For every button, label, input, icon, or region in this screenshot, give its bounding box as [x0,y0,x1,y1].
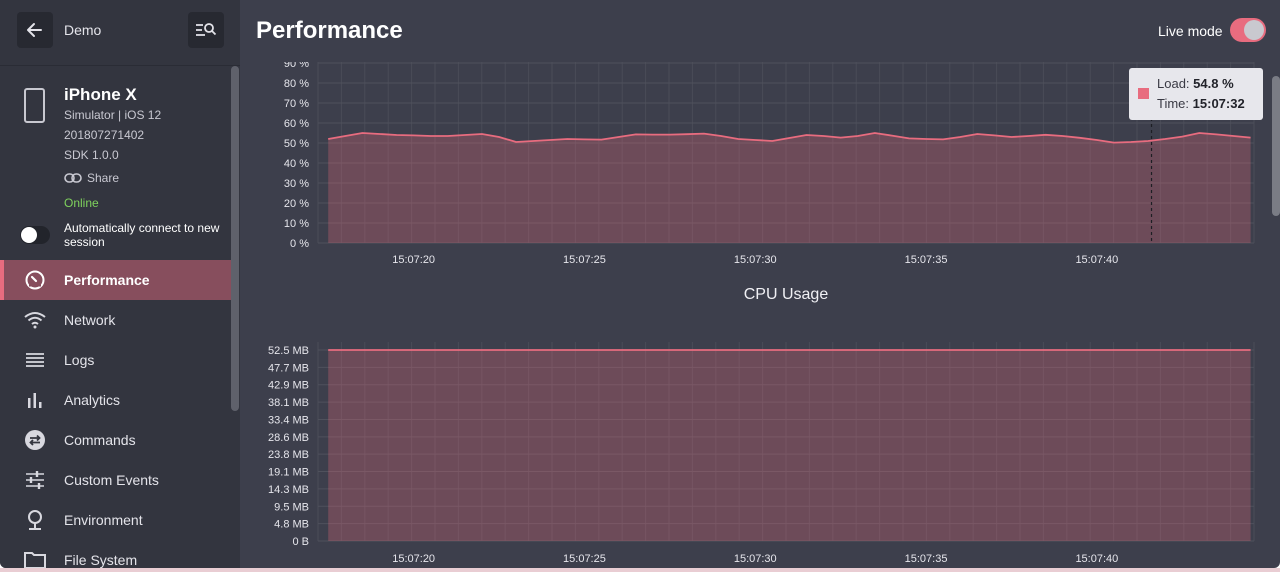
x-tick-label: 15:07:35 [905,553,948,565]
sidebar-item-label: Performance [64,272,150,288]
phone-icon [24,88,45,123]
sidebar-item-logs[interactable]: Logs [0,340,232,380]
sidebar-item-network[interactable]: Network [0,300,232,340]
list-search-icon [196,23,217,36]
y-tick-label: 52.5 MB [268,345,309,357]
sidebar-item-label: Commands [64,432,136,448]
toggle-knob [21,227,37,243]
y-tick-label: 23.8 MB [268,449,309,461]
y-tick-label: 4.8 MB [274,519,309,531]
sidebar-item-custom-events[interactable]: Custom Events [0,460,232,500]
sidebar-item-label: Custom Events [64,472,159,488]
page-title: Performance [256,17,403,44]
connection-status: Online [64,196,99,210]
toggle-knob [1244,20,1264,40]
wifi-icon [23,309,47,331]
y-tick-label: 14.3 MB [268,484,309,496]
arrow-left-icon [27,23,42,37]
live-mode-toggle[interactable] [1230,18,1266,42]
y-tick-label: 40 % [284,158,309,170]
device-name: iPhone X [64,85,137,104]
device-sdk: SDK 1.0.0 [64,148,119,162]
y-tick-label: 42.9 MB [268,380,309,392]
chart-1: 0 % 10 % 20 % 30 % 40 % 50 % 60 % 70 % 80 % 90 % 1… [284,58,1255,266]
y-tick-label: 90 % [284,58,309,70]
sidebar-item-environment[interactable]: Environment [0,500,232,540]
charts-canvas: 0 % 10 % 20 % 30 % 40 % 50 % 60 % 70 % 80 % 90 % 1… [268,58,1255,565]
main-scrollbar[interactable] [1272,76,1280,216]
sidebar-item-label: Logs [64,352,95,368]
sidebar-item-file-system[interactable]: File System [0,540,232,568]
x-tick-label: 15:07:30 [734,254,777,266]
app-title: Demo [64,22,102,38]
x-tick-label: 15:07:20 [392,254,435,266]
main-panel: 0 % 10 % 20 % 30 % 40 % 50 % 60 % 70 % 80 % 90 % 1… [240,0,1280,568]
app-window: Demo iPhone X Simulator | iOS 12 2018072… [0,0,1280,568]
series-area [328,133,1251,243]
chart-tooltip: Load: 54.8 % Time: 15:07:32 [1129,68,1263,120]
back-button[interactable] [17,12,53,48]
y-tick-label: 10 % [284,218,309,230]
window-bottom-edge [0,568,1280,572]
tooltip-load-value: 54.8 % [1193,76,1234,91]
sidebar-item-commands[interactable]: Commands [0,420,232,460]
chart-2: 0 B 4.8 MB 9.5 MB 14.3 MB 19.1 MB 23.8 MB 28.6… [268,286,1255,565]
bar-chart-icon [23,389,47,411]
y-tick-label: 50 % [284,138,309,150]
tooltip-swatch [1138,88,1149,99]
x-tick-label: 15:07:40 [1075,553,1118,565]
tooltip-load-label: Load: [1157,76,1190,91]
y-tick-label: 9.5 MB [274,501,309,513]
sidebar-item-analytics[interactable]: Analytics [0,380,232,420]
series-area [328,350,1251,541]
y-tick-label: 80 % [284,78,309,90]
live-mode-label: Live mode [1158,23,1223,39]
device-build: 201807271402 [64,128,145,142]
tooltip-time-value: 15:07:32 [1192,96,1245,111]
x-tick-label: 15:07:25 [563,553,606,565]
y-tick-label: 60 % [284,118,309,130]
y-tick-label: 19.1 MB [268,467,309,479]
share-label: Share [87,171,120,185]
tooltip-load: Load: 54.8 % [1157,76,1234,91]
sidebar-item-label: File System [64,552,138,568]
link-icon [64,173,82,183]
swap-icon [23,429,47,451]
y-tick-label: 20 % [284,198,309,210]
sidebar-item-label: Environment [64,512,143,528]
sidebar-item-label: Analytics [64,392,121,408]
auto-connect-toggle[interactable] [20,226,50,244]
auto-connect-label: Automatically connect to new session [64,221,220,249]
share-button[interactable]: Share [64,171,119,185]
y-tick-label: 70 % [284,98,309,110]
y-tick-label: 0 B [292,536,309,548]
sidebar: Demo iPhone X Simulator | iOS 12 2018072… [0,0,240,568]
pin-icon [23,509,47,531]
device-details: Simulator | iOS 12 [64,108,162,122]
gauge-icon [23,269,47,291]
sidebar-nav: Performance Network Logs Analytics Comma… [0,260,232,568]
sidebar-scrollbar[interactable] [231,66,239,411]
y-tick-label: 0 % [290,238,309,250]
y-tick-label: 28.6 MB [268,432,309,444]
chart-title: CPU Usage [744,286,829,303]
sliders-icon [23,469,47,491]
y-tick-label: 30 % [284,178,309,190]
y-tick-label: 38.1 MB [268,397,309,409]
sidebar-item-label: Network [64,312,116,328]
x-tick-label: 15:07:25 [563,254,606,266]
folder-icon [23,549,47,568]
x-tick-label: 15:07:30 [734,553,777,565]
x-tick-label: 15:07:35 [905,254,948,266]
y-tick-label: 47.7 MB [268,362,309,374]
search-sessions-button[interactable] [188,12,224,48]
y-tick-label: 33.4 MB [268,414,309,426]
sidebar-header: Demo [0,0,240,66]
list-icon [23,349,47,371]
x-tick-label: 15:07:20 [392,553,435,565]
tooltip-time: Time: 15:07:32 [1157,96,1245,111]
x-tick-label: 15:07:40 [1075,254,1118,266]
sidebar-item-performance[interactable]: Performance [0,260,232,300]
tooltip-time-label: Time: [1157,96,1190,111]
